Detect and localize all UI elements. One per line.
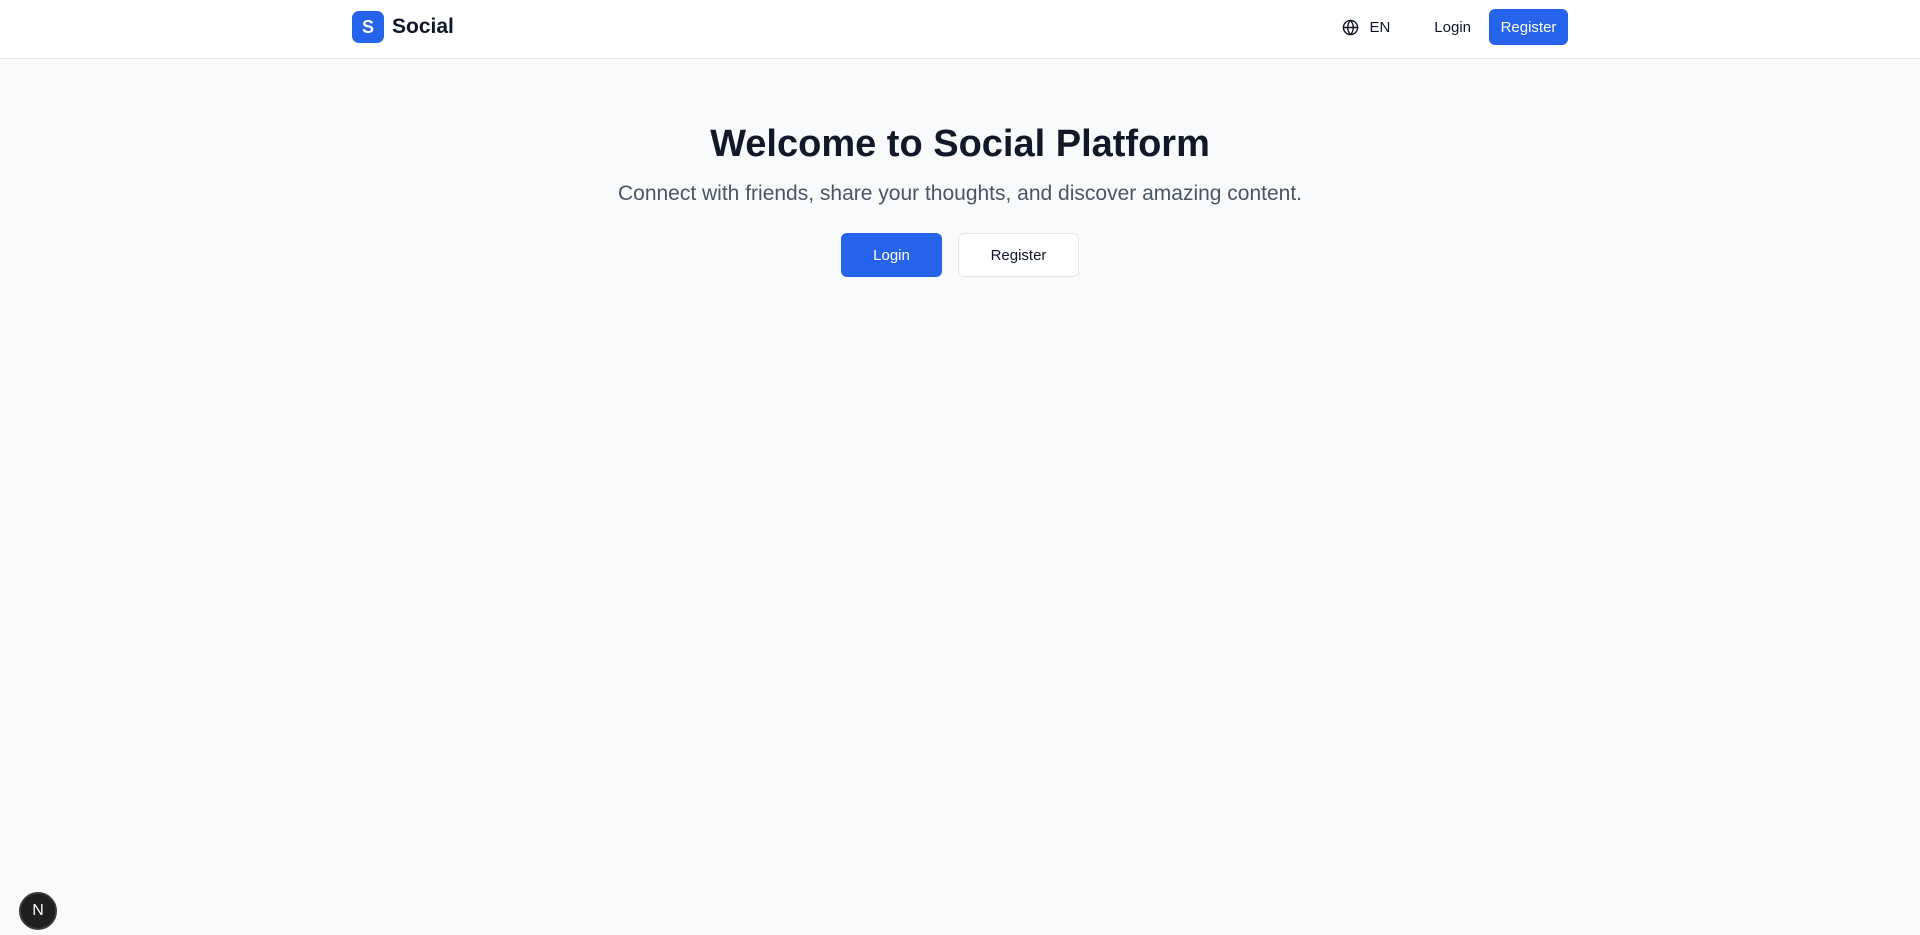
header-login-button[interactable]: Login (1422, 9, 1483, 45)
globe-icon (1342, 19, 1359, 36)
page-title: Welcome to Social Platform (710, 123, 1210, 165)
header-register-button[interactable]: Register (1489, 9, 1568, 45)
nextjs-logo-icon[interactable]: N (19, 892, 57, 930)
hero-section: Welcome to Social Platform Connect with … (0, 120, 1920, 277)
hero-login-button[interactable]: Login (841, 233, 942, 277)
header-actions: EN Login Register (1330, 9, 1568, 45)
page-subtitle: Connect with friends, share your thought… (617, 182, 1303, 205)
top-navigation-bar: S Social EN Login Register (0, 0, 1920, 59)
language-label: EN (1369, 18, 1391, 36)
brand-logo-icon: S (352, 11, 384, 43)
language-switcher[interactable]: EN (1330, 9, 1402, 45)
brand-home-link[interactable]: S Social (352, 11, 454, 43)
hero-register-button[interactable]: Register (958, 233, 1079, 277)
brand-name: Social (392, 15, 454, 38)
hero-actions: Login Register (0, 233, 1920, 277)
